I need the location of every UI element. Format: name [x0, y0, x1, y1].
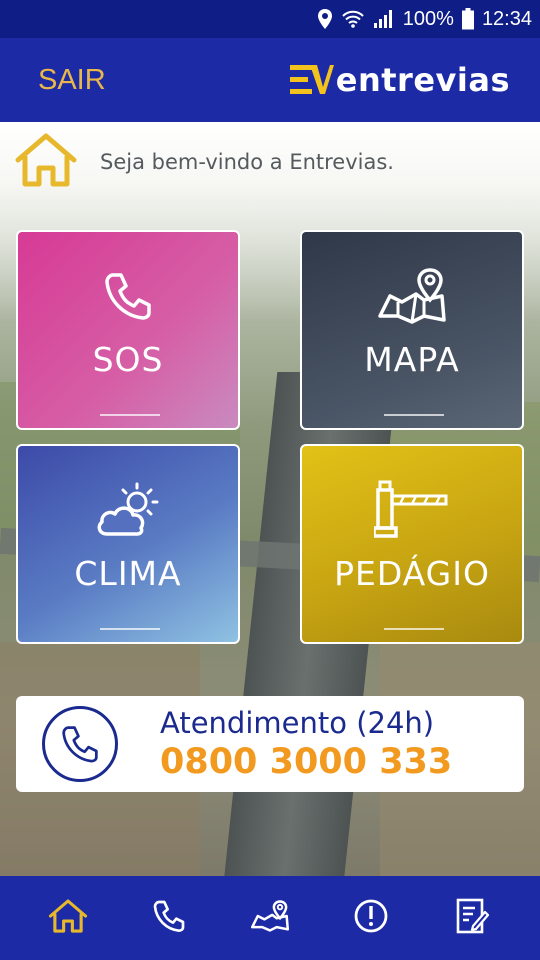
alert-icon — [353, 898, 389, 938]
tile-label: SOS — [92, 340, 164, 379]
support-title: Atendimento (24h) — [160, 706, 435, 740]
clock: 12:34 — [481, 7, 532, 30]
phone-icon — [151, 898, 187, 938]
support-texts: Atendimento (24h) 0800 3000 333 — [160, 706, 452, 782]
entrevias-logo: entrevias — [289, 61, 510, 99]
signal-icon — [373, 9, 395, 29]
tile-label: PEDÁGIO — [334, 554, 490, 593]
support-phone-number[interactable]: 0800 3000 333 — [160, 742, 452, 782]
tile-label: CLIMA — [74, 554, 182, 593]
home-icon — [14, 132, 78, 192]
support-phone-icon — [42, 706, 118, 782]
wifi-icon — [341, 9, 365, 29]
nav-documents[interactable] — [442, 888, 502, 948]
logo-text: entrevias — [335, 61, 510, 99]
nav-alerts[interactable] — [341, 888, 401, 948]
document-icon — [455, 898, 489, 938]
status-bar: 100% 12:34 — [0, 0, 540, 38]
map-pin-icon — [376, 266, 448, 326]
app-bar: SAIR entrevias — [0, 38, 540, 122]
main-content: Seja bem-vindo a Entrevias. SOS MAPA CLI… — [0, 122, 540, 876]
welcome-text: Seja bem-vindo a Entrevias. — [100, 150, 394, 174]
location-icon — [317, 8, 333, 30]
weather-tile[interactable]: CLIMA — [16, 444, 240, 644]
map-tile[interactable]: MAPA — [300, 230, 524, 430]
toll-barrier-icon — [374, 480, 450, 540]
tile-divider — [384, 628, 444, 630]
toll-tile[interactable]: PEDÁGIO — [300, 444, 524, 644]
tile-divider — [100, 628, 160, 630]
nav-map[interactable] — [240, 888, 300, 948]
welcome-banner: Seja bem-vindo a Entrevias. — [14, 132, 394, 192]
nav-home[interactable] — [38, 888, 98, 948]
nav-call[interactable] — [139, 888, 199, 948]
bottom-nav — [0, 876, 540, 960]
support-card[interactable]: Atendimento (24h) 0800 3000 333 — [16, 696, 524, 792]
tile-divider — [100, 414, 160, 416]
battery-percent: 100% — [402, 7, 454, 30]
phone-icon — [101, 266, 155, 326]
logo-mark-icon — [289, 65, 334, 94]
exit-button[interactable]: SAIR — [38, 64, 106, 97]
weather-icon — [93, 480, 163, 540]
tile-label: MAPA — [364, 340, 460, 379]
home-icon — [48, 898, 88, 938]
tile-divider — [384, 414, 444, 416]
sos-tile[interactable]: SOS — [16, 230, 240, 430]
battery-icon — [461, 8, 474, 30]
map-icon — [250, 899, 290, 937]
